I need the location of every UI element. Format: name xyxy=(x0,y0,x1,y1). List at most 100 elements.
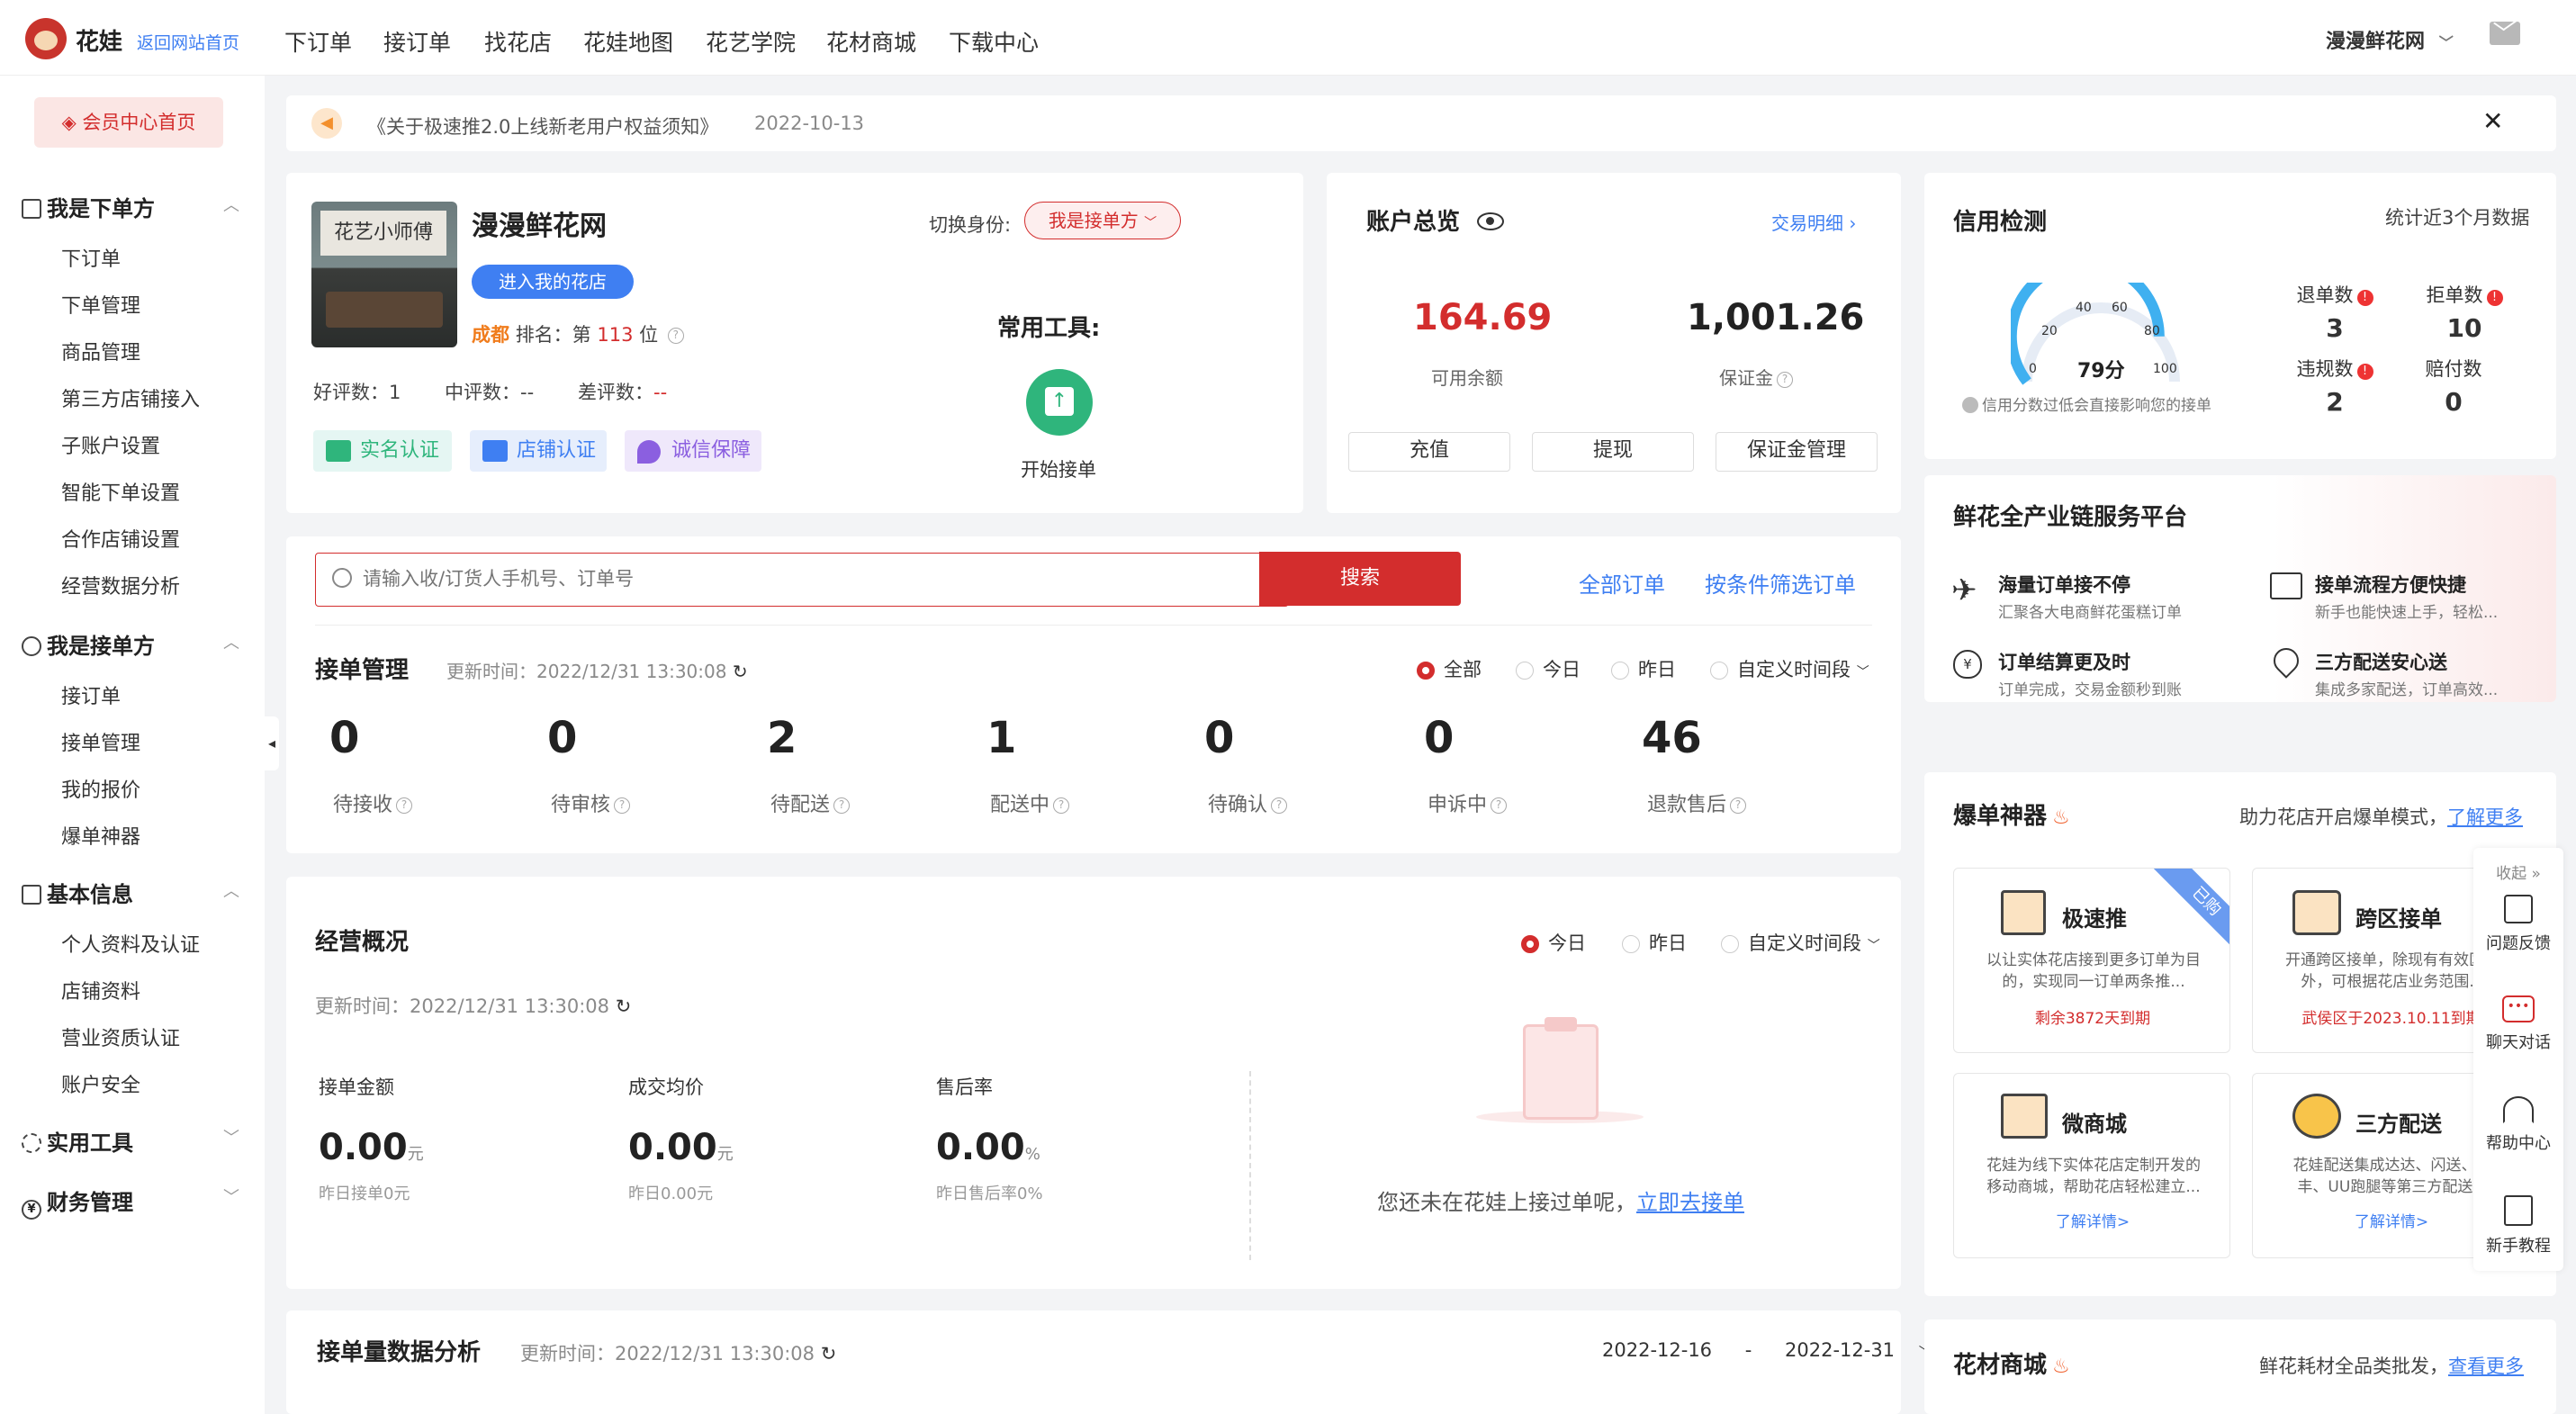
go-take-order-link[interactable]: 立即去接单 xyxy=(1636,1190,1744,1215)
nav-item[interactable]: 花材商城 xyxy=(826,25,916,58)
rocket-icon xyxy=(2001,890,2046,935)
chevron-up-icon[interactable]: ︿ xyxy=(223,193,239,216)
booster-card-express[interactable]: 已购 极速推 以让实体花店接到更多订单为目的，实现同一订单两条推... 剩余38… xyxy=(1953,868,2230,1053)
sidebar-item[interactable]: 商品管理 xyxy=(61,337,140,365)
sidebar-group-receiver[interactable]: 我是接单方 xyxy=(22,628,155,660)
stat-label: 待接收? xyxy=(333,788,413,817)
feedback-button[interactable]: 问题反馈 xyxy=(2473,895,2563,954)
search-icon xyxy=(332,568,352,588)
book-icon xyxy=(2504,1195,2533,1226)
shop-cert-tag[interactable]: 店铺认证 xyxy=(470,430,607,472)
business-card: 经营概况 今日 昨日 自定义时间段 ﹀ 更新时间：2022/12/31 13:3… xyxy=(286,877,1901,1289)
help-icon[interactable]: ? xyxy=(667,328,684,344)
sidebar-item[interactable]: 下订单 xyxy=(61,243,121,272)
filter-yesterday[interactable]: 昨日 xyxy=(1611,655,1676,682)
sidebar-group-tools[interactable]: 实用工具 xyxy=(22,1125,133,1157)
collapse-toggle[interactable]: 收起 » xyxy=(2473,860,2563,883)
stat-value[interactable]: 0 xyxy=(1424,713,1454,763)
sidebar-item[interactable]: 店铺资料 xyxy=(61,976,140,1004)
search-button[interactable]: 搜索 xyxy=(1259,552,1461,606)
tutorial-button[interactable]: 新手教程 xyxy=(2473,1195,2563,1256)
search-input[interactable] xyxy=(363,561,813,597)
sidebar-item[interactable]: 爆单神器 xyxy=(61,821,140,850)
stat-value[interactable]: 46 xyxy=(1642,713,1702,763)
svg-text:40: 40 xyxy=(2076,301,2092,315)
shop-photo[interactable]: 花艺小师傅 xyxy=(311,202,457,347)
nav-item[interactable]: 找花店 xyxy=(484,25,552,58)
shop-switcher[interactable]: 漫漫鲜花网 ﹀ xyxy=(2326,25,2454,54)
filter-today[interactable]: 今日 xyxy=(1521,929,1586,956)
role-switch-button[interactable]: 我是接单方 ﹀ xyxy=(1024,202,1181,239)
location-icon xyxy=(2268,643,2304,679)
logo-text[interactable]: 花娃 xyxy=(76,23,122,57)
booster-card-micro-mall[interactable]: 微商城 花娃为线下实体花店定制开发的移动商城，帮助花店轻松建立... 了解详情> xyxy=(1953,1073,2230,1258)
chevron-down-icon[interactable]: ﹀ xyxy=(223,1184,239,1208)
fire-icon: ♨ xyxy=(2052,806,2070,829)
sidebar-item[interactable]: 我的报价 xyxy=(61,774,140,803)
transaction-detail-link[interactable]: 交易明细 › xyxy=(1771,209,1856,235)
sidebar-item[interactable]: 账户安全 xyxy=(61,1069,140,1098)
refresh-icon[interactable]: ↻ xyxy=(733,661,748,682)
search-box: 搜索 xyxy=(315,552,1461,607)
sidebar-item[interactable]: 营业资质认证 xyxy=(61,1022,180,1051)
sidebar-collapse-handle[interactable]: ◂ xyxy=(265,716,279,770)
nav-item[interactable]: 下订单 xyxy=(284,25,352,58)
sidebar-group-finance[interactable]: ¥ 财务管理 xyxy=(22,1184,133,1220)
stat-value[interactable]: 1 xyxy=(986,713,1016,763)
credit-hint: 信用分数过低会直接影响您的接单 xyxy=(1962,392,2211,415)
member-home-button[interactable]: ◈ 会员中心首页 xyxy=(34,97,223,148)
sidebar-item[interactable]: 个人资料及认证 xyxy=(61,929,200,958)
empty-message: 您还未在花娃上接过单呢，立即去接单 xyxy=(1377,1190,1744,1215)
sidebar-item[interactable]: 智能下单设置 xyxy=(61,477,180,506)
start-order-icon[interactable]: ↑ xyxy=(1026,369,1093,436)
help-center-button[interactable]: 帮助中心 xyxy=(2473,1096,2563,1154)
filter-custom[interactable]: 自定义时间段 ﹀ xyxy=(1710,655,1869,682)
sidebar-group-orderer[interactable]: 我是下单方 xyxy=(22,191,155,222)
notice-text[interactable]: 《关于极速推2.0上线新老用户权益须知》 xyxy=(367,113,718,140)
business-updated: 更新时间：2022/12/31 13:30:08 ↻ xyxy=(315,995,632,1017)
filter-orders-link[interactable]: 按条件筛选订单 xyxy=(1705,567,1856,599)
all-orders-link[interactable]: 全部订单 xyxy=(1579,567,1665,599)
chevron-up-icon[interactable]: ︿ xyxy=(223,878,239,902)
sidebar-item[interactable]: 下单管理 xyxy=(61,290,140,319)
nav-item[interactable]: 接订单 xyxy=(383,25,451,58)
stat-value[interactable]: 2 xyxy=(767,713,797,763)
recharge-button[interactable]: 充值 xyxy=(1348,432,1510,472)
sidebar-item[interactable]: 合作店铺设置 xyxy=(61,524,180,553)
sidebar-item[interactable]: 第三方店铺接入 xyxy=(61,383,200,412)
start-order-label[interactable]: 开始接单 xyxy=(1021,455,1096,482)
withdraw-button[interactable]: 提现 xyxy=(1532,432,1694,472)
integrity-tag[interactable]: 诚信保障 xyxy=(625,430,761,472)
stat-value[interactable]: 0 xyxy=(1204,713,1234,763)
sidebar-item[interactable]: 经营数据分析 xyxy=(61,571,180,599)
filter-custom[interactable]: 自定义时间段 ﹀ xyxy=(1721,929,1880,956)
nav-item[interactable]: 下载中心 xyxy=(949,25,1039,58)
refresh-icon[interactable]: ↻ xyxy=(821,1343,837,1364)
real-name-tag[interactable]: 实名认证 xyxy=(313,430,452,472)
enter-shop-button[interactable]: 进入我的花店 xyxy=(472,265,634,299)
view-more-link[interactable]: 查看更多 xyxy=(2448,1355,2524,1377)
logo-icon[interactable] xyxy=(25,18,67,59)
close-icon[interactable]: ✕ xyxy=(2482,106,2503,136)
filter-all[interactable]: 全部 xyxy=(1417,655,1482,682)
refresh-icon[interactable]: ↻ xyxy=(616,995,632,1017)
nav-item[interactable]: 花娃地图 xyxy=(583,25,673,58)
date-range-picker[interactable]: 2022-12-16 - 2022-12-31 ﹀ xyxy=(1602,1339,1932,1361)
sidebar-item[interactable]: 接订单 xyxy=(61,680,121,709)
back-home-link[interactable]: 返回网站首页 xyxy=(137,30,239,54)
eye-icon[interactable] xyxy=(1477,212,1505,230)
sidebar-group-basic-info[interactable]: 基本信息 xyxy=(22,877,133,908)
chevron-up-icon[interactable]: ︿ xyxy=(223,630,239,653)
sidebar-item[interactable]: 子账户设置 xyxy=(61,430,160,459)
stat-value[interactable]: 0 xyxy=(547,713,577,763)
mail-icon[interactable] xyxy=(2490,9,2524,45)
filter-today[interactable]: 今日 xyxy=(1516,655,1581,682)
nav-item[interactable]: 花艺学院 xyxy=(706,25,796,58)
chat-button[interactable]: ••• 聊天对话 xyxy=(2473,995,2563,1053)
sidebar-item[interactable]: 接单管理 xyxy=(61,727,140,756)
learn-more-link[interactable]: 了解更多 xyxy=(2447,806,2523,828)
chevron-down-icon[interactable]: ﹀ xyxy=(223,1125,239,1148)
stat-value[interactable]: 0 xyxy=(329,713,359,763)
filter-yesterday[interactable]: 昨日 xyxy=(1622,929,1687,956)
deposit-manage-button[interactable]: 保证金管理 xyxy=(1716,432,1878,472)
